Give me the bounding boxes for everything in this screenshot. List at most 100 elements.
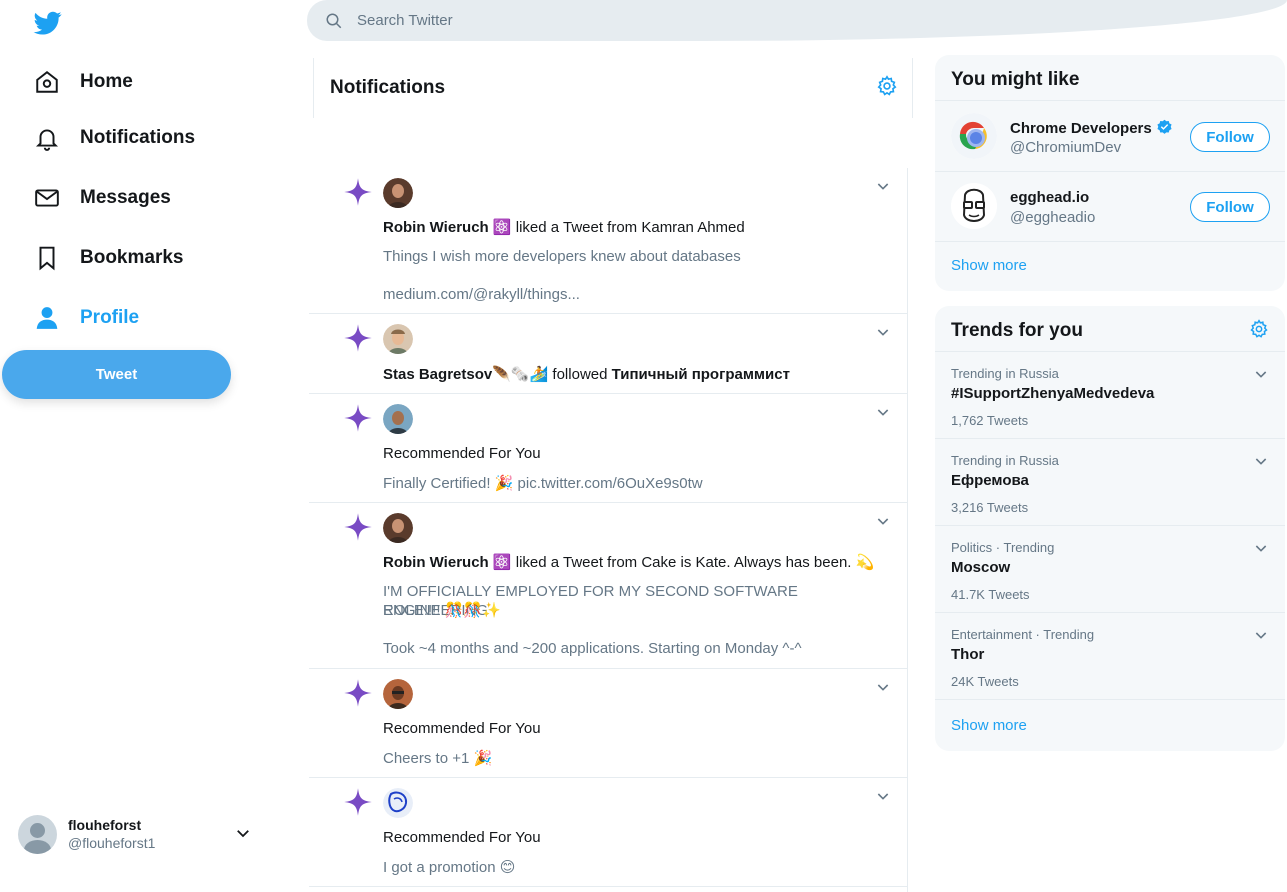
notification-item[interactable]: Recommended For You I got a promotion 😊 [309,778,907,887]
nav-bookmarks-label: Bookmarks [80,247,184,268]
nav-messages[interactable]: Messages [30,178,171,218]
twitter-logo-icon[interactable] [33,9,63,37]
followed-account-name[interactable]: Типичный программист [612,366,790,383]
gear-icon[interactable] [876,75,898,97]
notification-text: Robin Wieruch ⚛️ liked a Tweet from Cake… [383,553,874,571]
actor-name[interactable]: Robin Wieruch [383,554,489,571]
suggestion-name-text: Chrome Developers [1010,120,1152,137]
avatar[interactable] [383,513,413,543]
chevron-down-icon[interactable] [875,513,891,529]
trend-name[interactable]: Moscow [951,559,1010,576]
notification-action: followed [552,366,608,383]
trend-name[interactable]: Thor [951,646,984,663]
left-sidebar: Home Notifications Messages Bookmarks Pr… [0,0,300,892]
verified-badge-icon [1157,119,1172,134]
chevron-down-icon[interactable] [234,824,252,842]
star-icon [344,404,372,432]
notification-tweet-text: Things I wish more developers knew about… [383,248,741,265]
notification-tweet-text: ROLE!!!! 🎊🎊✨ [383,602,501,619]
trend-item[interactable]: Politics · Trending Moscow 41.7K Tweets [935,526,1285,613]
account-display-name: flouheforst [68,817,142,833]
divider [935,241,1285,242]
trend-count: 41.7K Tweets [951,587,1030,602]
trend-item[interactable]: Trending in Russia #ISupportZhenyaMedved… [935,352,1285,439]
notification-text: Robin Wieruch ⚛️ liked a Tweet from Kamr… [383,218,745,236]
notification-tweet-text: Finally Certified! 🎉 pic.twitter.com/6Ou… [383,475,703,492]
chevron-down-icon[interactable] [1253,540,1269,556]
tweet-button[interactable]: Tweet [2,350,231,399]
avatar[interactable] [951,183,997,229]
follow-suggestion[interactable]: egghead.io @eggheadio Follow [935,171,1285,241]
gear-icon[interactable] [1249,319,1269,339]
notification-tweet-text: Cheers to +1 🎉 [383,750,493,767]
notification-item[interactable]: Robin Wieruch ⚛️ liked a Tweet from Kamr… [309,168,907,314]
notification-tweet-text: I got a promotion 😊 [383,859,516,876]
notification-tweet-text: Took ~4 months and ~200 applications. St… [383,640,802,657]
star-icon [344,513,372,541]
trend-name[interactable]: #ISupportZhenyaMedvedeva [951,385,1154,402]
notification-action: Recommended For You [383,445,541,462]
chevron-down-icon[interactable] [1253,453,1269,469]
avatar[interactable] [383,788,413,818]
chevron-down-icon[interactable] [875,324,891,340]
trend-context: Politics · Trending [951,540,1055,555]
notification-action: liked a Tweet from Cake is Kate. Always … [515,554,875,571]
notification-item[interactable]: Robin Wieruch ⚛️ liked a Tweet from Cake… [309,503,907,669]
notification-item[interactable]: Recommended For You Finally Certified! 🎉… [309,394,907,503]
show-more-link[interactable]: Show more [951,257,1027,274]
trends-card: Trends for you Trending in Russia #ISupp… [935,306,1285,751]
page-title: Notifications [330,77,446,98]
star-icon [344,788,372,816]
trend-count: 24K Tweets [951,674,1019,689]
notification-action: liked a Tweet from Kamran Ahmed [515,219,745,236]
divider [935,699,1285,700]
trend-context: Trending in Russia [951,453,1059,468]
chevron-down-icon[interactable] [1253,627,1269,643]
avatar[interactable] [383,679,413,709]
avatar[interactable] [383,404,413,434]
chevron-down-icon[interactable] [1253,366,1269,382]
suggestion-handle: @eggheadio [1010,209,1096,226]
account-switcher[interactable]: flouheforst @flouheforst1 [18,812,258,856]
avatar[interactable] [951,113,997,159]
actor-name[interactable]: Robin Wieruch [383,219,489,236]
nav-messages-label: Messages [80,187,171,208]
envelope-icon [30,181,64,215]
trend-item[interactable]: Entertainment · Trending Thor 24K Tweets [935,613,1285,700]
person-icon [30,301,64,335]
suggestion-name[interactable]: egghead.io [1010,189,1089,206]
chevron-down-icon[interactable] [875,679,891,695]
trend-name[interactable]: Ефремова [951,472,1029,489]
egghead-logo-icon [951,183,997,229]
notification-action: Recommended For You [383,720,541,737]
follow-button[interactable]: Follow [1190,192,1270,222]
trend-item[interactable]: Trending in Russia Ефремова 3,216 Tweets [935,439,1285,526]
chevron-down-icon[interactable] [875,788,891,804]
actor-name[interactable]: Stas Bagretsov [383,366,492,383]
nav-notifications[interactable]: Notifications [30,118,195,158]
notification-link[interactable]: medium.com/@rakyll/things... [383,285,580,304]
show-more-link[interactable]: Show more [951,717,1027,734]
nav-notifications-label: Notifications [80,127,196,148]
star-icon [344,324,372,352]
nav-bookmarks[interactable]: Bookmarks [30,238,184,278]
search-icon [326,13,342,28]
search-input[interactable] [357,12,857,29]
twitter-app: Home Notifications Messages Bookmarks Pr… [0,0,1287,892]
who-to-follow-card: You might like Chrome Developers @Chromi… [935,55,1285,291]
chevron-down-icon[interactable] [875,178,891,194]
search-bar[interactable] [307,0,1287,41]
nav-home[interactable]: Home [30,62,133,102]
chrome-logo-icon [951,113,997,159]
avatar[interactable] [383,324,413,354]
chevron-down-icon[interactable] [875,404,891,420]
nav-profile[interactable]: Profile [30,298,139,338]
follow-suggestion[interactable]: Chrome Developers @ChromiumDev Follow [935,101,1285,171]
follow-button[interactable]: Follow [1190,122,1270,152]
avatar[interactable] [383,178,413,208]
bookmark-icon [30,241,64,275]
notification-item[interactable]: Stas Bagretsov🪶🗞️🏄 followed Типичный про… [309,314,907,394]
nav-profile-label: Profile [80,307,140,328]
suggestion-name[interactable]: Chrome Developers [1010,119,1173,137]
notification-item[interactable]: Recommended For You Cheers to +1 🎉 [309,669,907,778]
